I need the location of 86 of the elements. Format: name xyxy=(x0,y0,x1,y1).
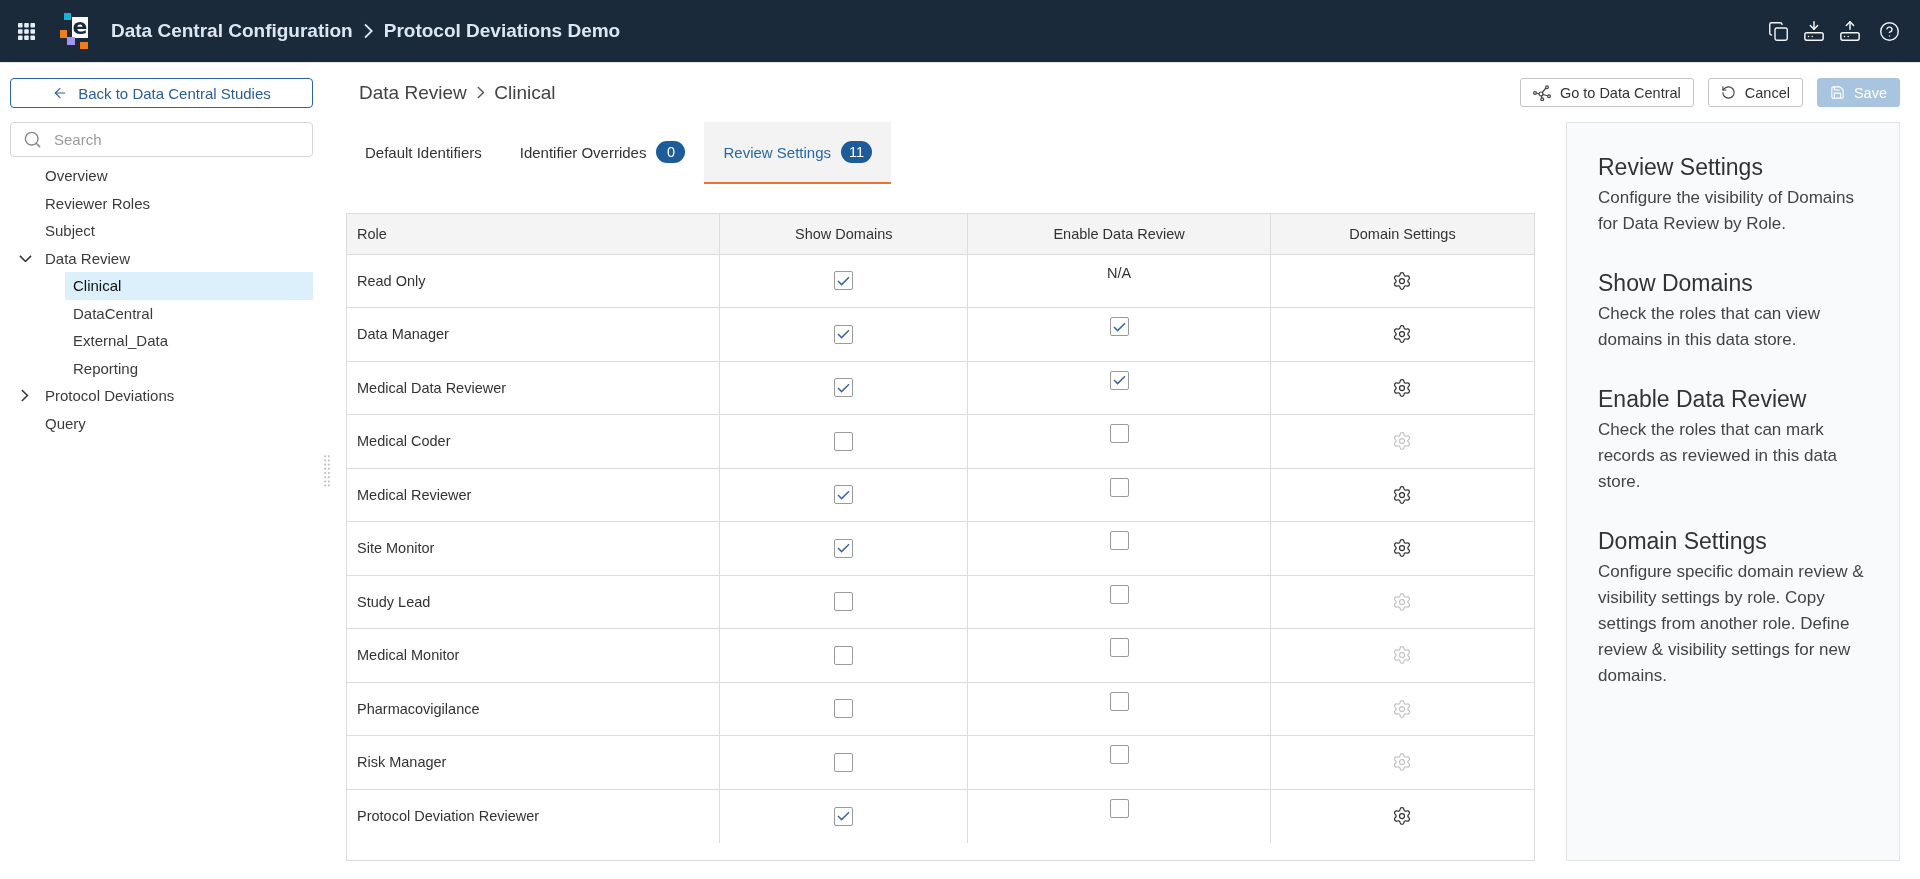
tree-item[interactable]: Query xyxy=(10,409,313,437)
checkbox[interactable] xyxy=(834,378,854,398)
tree-item[interactable]: DataCentral xyxy=(65,299,313,327)
checkbox[interactable] xyxy=(1109,691,1129,711)
page-title: Protocol Deviations Demo xyxy=(383,20,621,42)
search-icon xyxy=(23,130,42,149)
network-icon xyxy=(1532,84,1551,101)
checkbox[interactable] xyxy=(834,485,854,505)
checkbox[interactable] xyxy=(1109,531,1129,551)
checkbox[interactable] xyxy=(834,645,854,665)
settings-icon[interactable] xyxy=(1392,538,1413,559)
save-icon xyxy=(1829,85,1845,100)
table-cell: Medical Monitor xyxy=(347,628,720,682)
table-cell: Site Monitor xyxy=(347,521,720,575)
section-title: Show Domains xyxy=(1598,269,1754,297)
copy-icon[interactable] xyxy=(1768,20,1789,42)
back-button[interactable]: Back to Data Central Studies xyxy=(10,78,313,108)
checkbox[interactable] xyxy=(834,538,854,558)
checkbox[interactable] xyxy=(834,752,854,772)
checkbox[interactable] xyxy=(834,806,854,826)
tab[interactable]: Default Identifiers xyxy=(346,122,501,184)
chevron-right-icon xyxy=(363,23,373,39)
checkbox[interactable] xyxy=(834,699,854,719)
table-cell: Medical Coder xyxy=(347,414,720,468)
checkbox[interactable] xyxy=(1109,477,1129,497)
tab[interactable]: Identifier Overrides 0 xyxy=(500,122,705,184)
checkbox[interactable] xyxy=(834,324,854,344)
count-badge: 11 xyxy=(841,141,873,163)
table-cell: Pharmacovigilance xyxy=(347,682,720,736)
column-header: Domain Settings xyxy=(1270,214,1534,254)
checkbox[interactable] xyxy=(834,592,854,612)
section-text: Check the roles that can mark records as reviewed in this data store. xyxy=(1598,419,1839,493)
section-text: Configure the visibility of Domains for Data Review by Role. xyxy=(1598,187,1856,235)
breadcrumb-link[interactable]: Data Review xyxy=(359,81,467,104)
table-cell: N/A xyxy=(967,254,1271,308)
settings-icon[interactable] xyxy=(1392,270,1413,291)
tree-item[interactable]: Data Review xyxy=(10,244,313,272)
app-logo: e xyxy=(60,13,88,49)
settings-icon[interactable] xyxy=(1392,806,1413,826)
checkbox[interactable] xyxy=(834,431,854,451)
table-cell: Medical Data Reviewer xyxy=(347,361,720,415)
settings-icon[interactable] xyxy=(1392,324,1413,345)
section-text: Check the roles that can view domains in this data store. xyxy=(1598,303,1822,351)
tree-item[interactable]: Reporting xyxy=(65,354,313,382)
count-badge: 0 xyxy=(656,141,686,163)
download-icon[interactable] xyxy=(1803,20,1825,42)
upload-icon[interactable] xyxy=(1839,20,1861,42)
cancel-button[interactable]: Cancel xyxy=(1707,78,1803,107)
table-cell: Study Lead xyxy=(347,575,720,629)
table-cell: Read Only xyxy=(347,254,720,308)
chevron-right-icon xyxy=(476,86,485,99)
settings-icon[interactable] xyxy=(1392,377,1413,398)
section-title: Review Settings xyxy=(1598,153,1764,181)
undo-icon xyxy=(1720,85,1736,100)
tree-item[interactable]: Clinical xyxy=(65,272,313,300)
search-field[interactable]: Search xyxy=(10,122,313,157)
drag-handle[interactable] xyxy=(324,455,330,487)
section-text: Configure specific domain review & visibility settings by role. Copy settings from another role. Define review & visibility settings for new domains. xyxy=(1598,561,1865,687)
table-cell: Data Manager xyxy=(347,307,720,361)
tree-item[interactable]: Subject xyxy=(10,217,313,245)
checkbox[interactable] xyxy=(1109,317,1129,337)
tab[interactable]: Review Settings 11 xyxy=(704,122,892,184)
checkbox[interactable] xyxy=(1109,745,1129,765)
table-cell: Risk Manager xyxy=(347,735,720,789)
tree-item[interactable]: Reviewer Roles xyxy=(10,189,313,217)
tree-item[interactable]: External_Data xyxy=(65,327,313,355)
link-button[interactable]: Go to Data Central xyxy=(1519,78,1694,107)
column-header: Enable Data Review xyxy=(967,214,1271,254)
section-title: Domain Settings xyxy=(1598,527,1768,555)
tree-item[interactable]: Protocol Deviations xyxy=(10,382,313,410)
breadcrumb-link[interactable]: Data Central Configuration xyxy=(111,20,353,42)
checkbox[interactable] xyxy=(834,271,854,291)
column-header: Role xyxy=(347,214,720,254)
settings-icon[interactable] xyxy=(1392,484,1413,505)
checkbox[interactable] xyxy=(1109,424,1129,444)
tree-item[interactable]: Overview xyxy=(10,162,313,190)
checkbox[interactable] xyxy=(1109,370,1129,390)
checkbox[interactable] xyxy=(1109,799,1129,818)
section-title: Enable Data Review xyxy=(1598,385,1808,413)
apps-grid-icon[interactable] xyxy=(18,22,35,40)
checkbox[interactable] xyxy=(1109,584,1129,604)
table-cell: Medical Reviewer xyxy=(347,468,720,522)
breadcrumb-current: Clinical xyxy=(494,81,556,104)
checkbox[interactable] xyxy=(1109,638,1129,658)
help-icon[interactable] xyxy=(1879,20,1900,42)
column-header: Show Domains xyxy=(719,214,968,254)
